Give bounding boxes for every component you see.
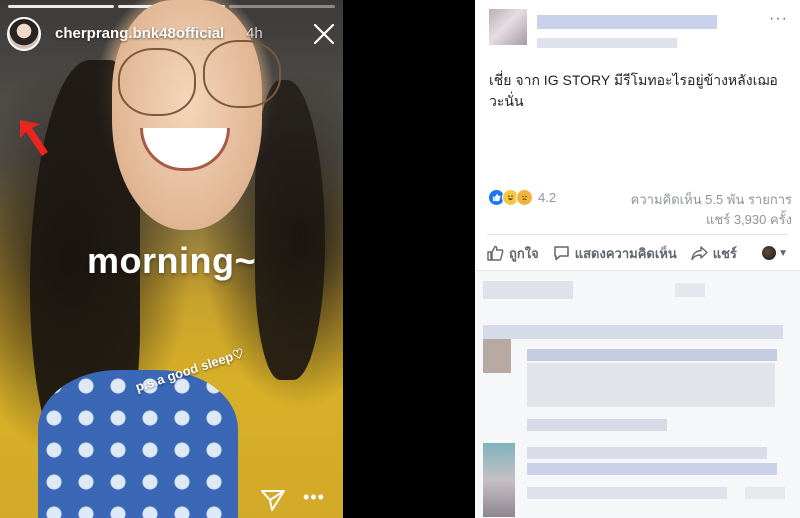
blurred-block (483, 281, 573, 299)
poster-avatar-blurred[interactable] (489, 9, 527, 45)
glasses-lens-left (118, 48, 196, 116)
send-icon[interactable] (260, 488, 286, 512)
instagram-story: cherprang.bnk48official 4h morning~ p.s.… (0, 0, 343, 518)
like-label: ถูกใจ (509, 245, 539, 261)
story-time-ago: 4h (246, 25, 263, 42)
blurred-block (527, 419, 667, 431)
share-icon (691, 246, 708, 261)
shares-count[interactable]: แชร์ 3,930 ครั้ง (706, 209, 792, 230)
commenter-avatar-blurred[interactable] (483, 443, 515, 517)
reactions-summary[interactable]: 4.2 (488, 189, 556, 206)
user-mini-avatar (762, 246, 777, 260)
blurred-block (527, 463, 777, 475)
more-icon[interactable]: ••• (303, 488, 325, 506)
comment-icon (553, 246, 569, 261)
comment-button[interactable]: แสดงความคิดเห็น (553, 243, 677, 264)
blurred-block (527, 349, 777, 361)
post-meta-blurred (537, 38, 677, 48)
post-more-icon[interactable]: ··· (769, 10, 788, 28)
commenter-avatar-blurred[interactable] (483, 339, 511, 373)
progress-segment (8, 5, 115, 8)
story-avatar[interactable] (7, 17, 41, 51)
like-button[interactable]: ถูกใจ (487, 243, 539, 264)
thumbs-up-icon (487, 245, 504, 261)
blurred-block (745, 487, 785, 499)
share-button[interactable]: แชร์ (691, 243, 737, 264)
post-actions-bar: ถูกใจ แสดงความคิดเห็น แชร์ ▼ (487, 243, 788, 263)
close-icon[interactable] (312, 22, 336, 46)
blurred-block (483, 325, 783, 339)
poster-name-blurred[interactable] (537, 15, 717, 29)
chevron-down-icon: ▼ (778, 247, 788, 259)
story-username[interactable]: cherprang.bnk48official (55, 25, 224, 42)
photo-hair-right (255, 80, 325, 380)
blurred-block (527, 447, 767, 459)
post-text: เชี่ย จาก IG STORY มีรีโมทอะไรอยู่ข้างหล… (489, 72, 778, 109)
comments-count[interactable]: ความคิดเห็น 5.5 พัน รายการ (631, 189, 792, 210)
progress-segment (228, 5, 335, 8)
blurred-block (675, 283, 705, 297)
blurred-comment (527, 363, 775, 407)
facebook-post: ··· เชี่ย จาก IG STORY มีรีโมทอะไรอยู่ข้… (475, 0, 800, 518)
comments-section-blurred (475, 270, 800, 518)
divider (487, 234, 788, 235)
share-label: แชร์ (712, 245, 737, 261)
glasses-lens-right (203, 40, 281, 108)
reaction-count[interactable]: 4.2 (538, 190, 556, 205)
comment-label: แสดงความคิดเห็น (574, 245, 677, 261)
blurred-block (527, 487, 727, 499)
arrow-icon (20, 120, 48, 156)
audience-selector[interactable]: ▼ (762, 246, 788, 260)
story-caption-main: morning~ (86, 240, 256, 281)
sad-reaction-icon (516, 189, 533, 206)
